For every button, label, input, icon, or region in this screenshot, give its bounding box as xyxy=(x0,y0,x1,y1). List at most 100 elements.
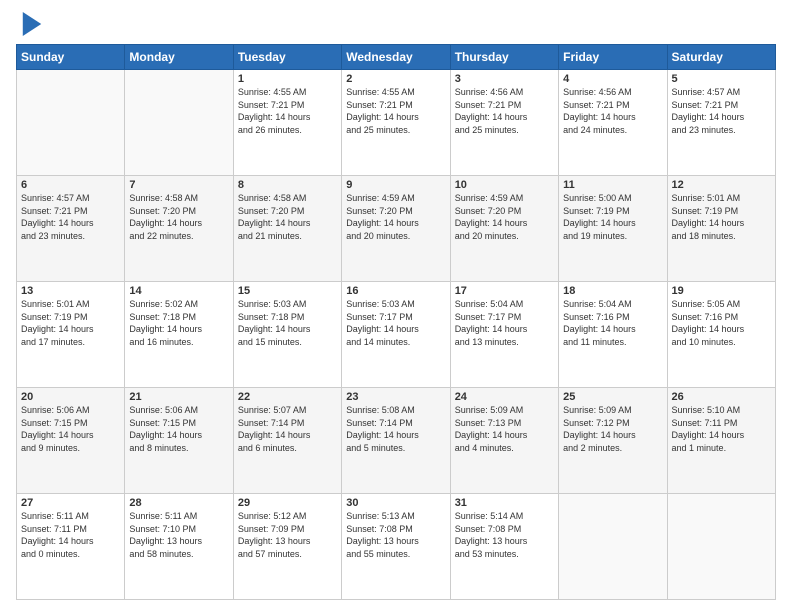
day-info: Sunrise: 5:11 AM Sunset: 7:10 PM Dayligh… xyxy=(129,510,228,560)
day-info: Sunrise: 4:55 AM Sunset: 7:21 PM Dayligh… xyxy=(346,86,445,136)
calendar-cell: 15Sunrise: 5:03 AM Sunset: 7:18 PM Dayli… xyxy=(233,282,341,388)
calendar-week-5: 27Sunrise: 5:11 AM Sunset: 7:11 PM Dayli… xyxy=(17,494,776,600)
day-number: 16 xyxy=(346,285,445,297)
day-number: 31 xyxy=(455,497,554,509)
day-number: 2 xyxy=(346,73,445,85)
day-info: Sunrise: 5:05 AM Sunset: 7:16 PM Dayligh… xyxy=(672,298,771,348)
day-info: Sunrise: 4:56 AM Sunset: 7:21 PM Dayligh… xyxy=(563,86,662,136)
day-info: Sunrise: 5:03 AM Sunset: 7:18 PM Dayligh… xyxy=(238,298,337,348)
day-info: Sunrise: 5:01 AM Sunset: 7:19 PM Dayligh… xyxy=(21,298,120,348)
calendar-cell: 25Sunrise: 5:09 AM Sunset: 7:12 PM Dayli… xyxy=(559,388,667,494)
calendar-week-3: 13Sunrise: 5:01 AM Sunset: 7:19 PM Dayli… xyxy=(17,282,776,388)
calendar-week-4: 20Sunrise: 5:06 AM Sunset: 7:15 PM Dayli… xyxy=(17,388,776,494)
day-info: Sunrise: 4:57 AM Sunset: 7:21 PM Dayligh… xyxy=(21,192,120,242)
day-number: 1 xyxy=(238,73,337,85)
calendar-cell: 27Sunrise: 5:11 AM Sunset: 7:11 PM Dayli… xyxy=(17,494,125,600)
day-info: Sunrise: 5:06 AM Sunset: 7:15 PM Dayligh… xyxy=(129,404,228,454)
calendar-cell: 8Sunrise: 4:58 AM Sunset: 7:20 PM Daylig… xyxy=(233,176,341,282)
calendar-cell: 7Sunrise: 4:58 AM Sunset: 7:20 PM Daylig… xyxy=(125,176,233,282)
day-number: 26 xyxy=(672,391,771,403)
calendar-cell: 30Sunrise: 5:13 AM Sunset: 7:08 PM Dayli… xyxy=(342,494,450,600)
day-number: 30 xyxy=(346,497,445,509)
calendar-cell: 29Sunrise: 5:12 AM Sunset: 7:09 PM Dayli… xyxy=(233,494,341,600)
day-number: 10 xyxy=(455,179,554,191)
day-number: 14 xyxy=(129,285,228,297)
calendar-cell: 26Sunrise: 5:10 AM Sunset: 7:11 PM Dayli… xyxy=(667,388,775,494)
day-number: 4 xyxy=(563,73,662,85)
day-info: Sunrise: 5:03 AM Sunset: 7:17 PM Dayligh… xyxy=(346,298,445,348)
calendar-cell: 5Sunrise: 4:57 AM Sunset: 7:21 PM Daylig… xyxy=(667,70,775,176)
calendar-cell xyxy=(17,70,125,176)
day-info: Sunrise: 5:02 AM Sunset: 7:18 PM Dayligh… xyxy=(129,298,228,348)
day-info: Sunrise: 4:58 AM Sunset: 7:20 PM Dayligh… xyxy=(238,192,337,242)
calendar-week-2: 6Sunrise: 4:57 AM Sunset: 7:21 PM Daylig… xyxy=(17,176,776,282)
calendar-cell: 31Sunrise: 5:14 AM Sunset: 7:08 PM Dayli… xyxy=(450,494,558,600)
calendar-cell: 10Sunrise: 4:59 AM Sunset: 7:20 PM Dayli… xyxy=(450,176,558,282)
calendar-cell: 22Sunrise: 5:07 AM Sunset: 7:14 PM Dayli… xyxy=(233,388,341,494)
weekday-header-wednesday: Wednesday xyxy=(342,45,450,70)
day-info: Sunrise: 4:59 AM Sunset: 7:20 PM Dayligh… xyxy=(346,192,445,242)
day-number: 15 xyxy=(238,285,337,297)
calendar-cell: 1Sunrise: 4:55 AM Sunset: 7:21 PM Daylig… xyxy=(233,70,341,176)
day-info: Sunrise: 5:06 AM Sunset: 7:15 PM Dayligh… xyxy=(21,404,120,454)
logo xyxy=(16,12,42,36)
day-info: Sunrise: 5:09 AM Sunset: 7:12 PM Dayligh… xyxy=(563,404,662,454)
day-number: 22 xyxy=(238,391,337,403)
day-number: 6 xyxy=(21,179,120,191)
day-info: Sunrise: 4:58 AM Sunset: 7:20 PM Dayligh… xyxy=(129,192,228,242)
day-info: Sunrise: 5:04 AM Sunset: 7:16 PM Dayligh… xyxy=(563,298,662,348)
calendar-cell xyxy=(125,70,233,176)
day-number: 21 xyxy=(129,391,228,403)
calendar-cell: 19Sunrise: 5:05 AM Sunset: 7:16 PM Dayli… xyxy=(667,282,775,388)
day-info: Sunrise: 5:07 AM Sunset: 7:14 PM Dayligh… xyxy=(238,404,337,454)
day-number: 17 xyxy=(455,285,554,297)
day-info: Sunrise: 5:11 AM Sunset: 7:11 PM Dayligh… xyxy=(21,510,120,560)
day-info: Sunrise: 5:01 AM Sunset: 7:19 PM Dayligh… xyxy=(672,192,771,242)
calendar-cell: 23Sunrise: 5:08 AM Sunset: 7:14 PM Dayli… xyxy=(342,388,450,494)
calendar-table: SundayMondayTuesdayWednesdayThursdayFrid… xyxy=(16,44,776,600)
day-number: 13 xyxy=(21,285,120,297)
day-number: 25 xyxy=(563,391,662,403)
day-info: Sunrise: 4:59 AM Sunset: 7:20 PM Dayligh… xyxy=(455,192,554,242)
day-number: 3 xyxy=(455,73,554,85)
calendar-cell: 4Sunrise: 4:56 AM Sunset: 7:21 PM Daylig… xyxy=(559,70,667,176)
weekday-header-tuesday: Tuesday xyxy=(233,45,341,70)
day-info: Sunrise: 5:13 AM Sunset: 7:08 PM Dayligh… xyxy=(346,510,445,560)
day-info: Sunrise: 5:04 AM Sunset: 7:17 PM Dayligh… xyxy=(455,298,554,348)
calendar-cell: 13Sunrise: 5:01 AM Sunset: 7:19 PM Dayli… xyxy=(17,282,125,388)
day-number: 29 xyxy=(238,497,337,509)
weekday-header-saturday: Saturday xyxy=(667,45,775,70)
calendar-cell: 9Sunrise: 4:59 AM Sunset: 7:20 PM Daylig… xyxy=(342,176,450,282)
day-number: 9 xyxy=(346,179,445,191)
calendar-cell: 2Sunrise: 4:55 AM Sunset: 7:21 PM Daylig… xyxy=(342,70,450,176)
day-info: Sunrise: 4:56 AM Sunset: 7:21 PM Dayligh… xyxy=(455,86,554,136)
day-number: 23 xyxy=(346,391,445,403)
calendar-cell: 18Sunrise: 5:04 AM Sunset: 7:16 PM Dayli… xyxy=(559,282,667,388)
day-info: Sunrise: 5:14 AM Sunset: 7:08 PM Dayligh… xyxy=(455,510,554,560)
calendar-cell xyxy=(667,494,775,600)
calendar-cell: 24Sunrise: 5:09 AM Sunset: 7:13 PM Dayli… xyxy=(450,388,558,494)
day-number: 28 xyxy=(129,497,228,509)
page: SundayMondayTuesdayWednesdayThursdayFrid… xyxy=(0,0,792,612)
day-number: 8 xyxy=(238,179,337,191)
day-info: Sunrise: 5:08 AM Sunset: 7:14 PM Dayligh… xyxy=(346,404,445,454)
logo-icon xyxy=(22,12,42,36)
day-number: 18 xyxy=(563,285,662,297)
calendar-cell: 14Sunrise: 5:02 AM Sunset: 7:18 PM Dayli… xyxy=(125,282,233,388)
day-number: 19 xyxy=(672,285,771,297)
weekday-header-row: SundayMondayTuesdayWednesdayThursdayFrid… xyxy=(17,45,776,70)
calendar-cell: 20Sunrise: 5:06 AM Sunset: 7:15 PM Dayli… xyxy=(17,388,125,494)
day-number: 11 xyxy=(563,179,662,191)
calendar-cell: 21Sunrise: 5:06 AM Sunset: 7:15 PM Dayli… xyxy=(125,388,233,494)
calendar-cell: 16Sunrise: 5:03 AM Sunset: 7:17 PM Dayli… xyxy=(342,282,450,388)
weekday-header-friday: Friday xyxy=(559,45,667,70)
weekday-header-thursday: Thursday xyxy=(450,45,558,70)
day-info: Sunrise: 5:09 AM Sunset: 7:13 PM Dayligh… xyxy=(455,404,554,454)
day-info: Sunrise: 4:55 AM Sunset: 7:21 PM Dayligh… xyxy=(238,86,337,136)
day-number: 7 xyxy=(129,179,228,191)
day-number: 24 xyxy=(455,391,554,403)
calendar-cell: 11Sunrise: 5:00 AM Sunset: 7:19 PM Dayli… xyxy=(559,176,667,282)
weekday-header-monday: Monday xyxy=(125,45,233,70)
calendar-cell: 3Sunrise: 4:56 AM Sunset: 7:21 PM Daylig… xyxy=(450,70,558,176)
day-number: 27 xyxy=(21,497,120,509)
